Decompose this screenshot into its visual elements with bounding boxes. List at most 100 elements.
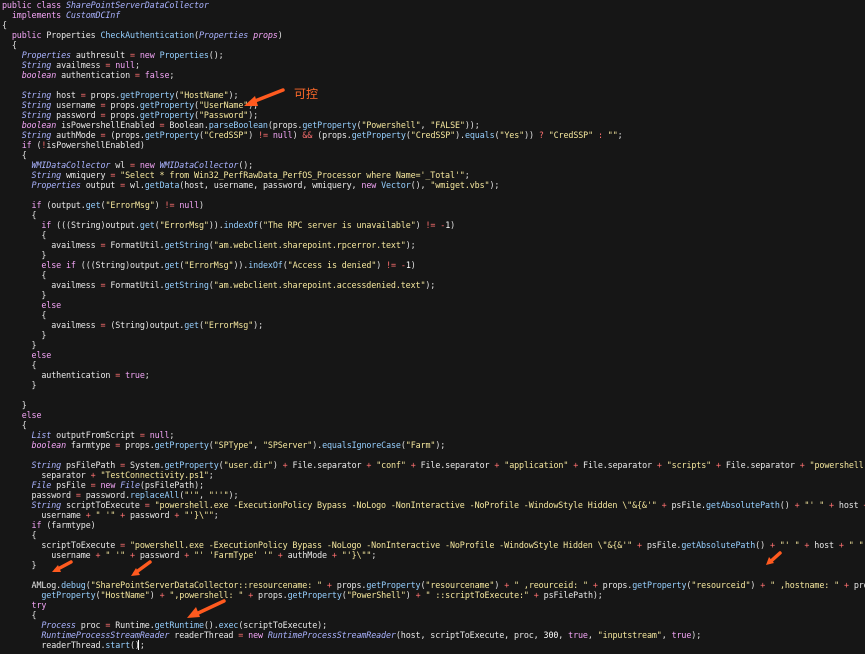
code-token: ). [312,440,323,450]
text-caret [138,640,139,650]
code-token: ); [405,240,416,250]
code-token: else [2,410,42,420]
code-token: { [2,420,27,430]
code-token: "wmiget.vbs" [430,180,490,190]
code-token: new [139,160,160,170]
code-token: output [85,180,121,190]
code-line: WMIDataCollector wl = new WMIDataCollect… [2,160,254,170]
code-token: availmess [56,60,106,70]
code-token: = [238,630,249,640]
code-token: File.separator [583,460,657,470]
code-token: "user.dir" [223,460,273,470]
code-token: new [139,50,160,60]
code-token: "' " [804,500,825,510]
arrow-username-concat [54,560,73,572]
code-token: getProperty [154,440,209,450]
code-token: ) [750,580,761,590]
code-token: + [760,580,771,590]
code-token: true [125,370,145,380]
code-line: public Properties CheckAuthentication(Pr… [2,30,283,40]
code-token: isPowershellEnabled [61,120,160,130]
code-token: props. [853,580,865,590]
code-editor[interactable]: public class SharePointServerDataCollect… [0,0,865,654]
code-line: if (output.get("ErrorMsg") != null) [2,200,205,210]
code-token: getProperty [632,580,687,590]
code-token: replaceAll [130,490,180,500]
code-token: props. [115,130,145,140]
code-token: new [248,630,268,640]
code-token: String [2,110,57,120]
code-token: availmess [2,240,101,250]
code-token: parseBoolean [208,120,268,130]
code-token: + [405,460,421,470]
code-token: ; [371,550,377,560]
code-token: + [799,540,815,550]
code-line: RuntimeProcessStreamReader readerThread … [2,630,701,640]
code-token: start [105,640,130,650]
code-token: CheckAuthentication [100,30,194,40]
code-line: { [2,530,37,540]
code-token: "Powershell" [361,120,421,130]
code-token: + [184,550,195,560]
arrow-scripttoexecute [192,599,226,617]
code-token: props. [258,590,288,600]
code-token: = [115,440,126,450]
code-token: CustomDCInf [66,10,121,20]
code-token: isPowershellEnabled [46,140,140,150]
code-line: public class SharePointServerDataCollect… [2,0,209,10]
code-token: "UserName" [198,100,249,110]
code-token: String [2,460,66,470]
code-token: "powershell.exe -ExecutionPolicy Bypass … [154,500,657,510]
code-line: else [2,410,42,420]
code-token: = [130,160,140,170]
code-token: && [302,130,318,140]
code-token: != [258,130,273,140]
code-line: { [2,270,46,280]
code-token: + [656,460,667,470]
code-token: "powershell" [809,460,865,470]
code-token: + [838,540,849,550]
code-token: + [839,580,854,590]
code-token: = [120,180,131,190]
code-token: getString [164,240,209,250]
code-token: " '" [105,550,126,560]
code-token: props [253,30,278,40]
code-token: = [139,430,150,440]
code-token: get [164,260,180,270]
code-line: getProperty("HostName") + ",powershell: … [2,590,602,600]
code-line: username + " '" + password + "' 'FarmTyp… [2,550,376,560]
code-line: String authMode = (props.getProperty("Cr… [2,130,623,140]
code-token: , [661,630,672,640]
code-token: + [632,540,647,550]
code-token: = [115,370,126,380]
code-token: ) [376,260,387,270]
code-token: host, scriptToExecute, proc, [400,630,544,640]
code-token: = [159,120,170,130]
code-token: getProperty [139,100,195,110]
code-token: props. [602,580,633,590]
code-line: else [2,300,61,310]
code-token: new [361,180,382,190]
code-token: ). [455,130,465,140]
code-token: authresult [75,50,130,60]
code-token: WMIDataCollector [159,160,239,170]
code-token: Properties [2,180,86,190]
code-token: "HostName" [100,590,150,600]
code-token: if [2,140,37,150]
code-token: get [184,320,199,330]
code-token: "Farm" [405,440,436,450]
code-token: + [824,500,839,510]
code-token: props. [336,580,367,590]
code-token: props. [90,90,121,100]
code-token: wmiquery [66,170,111,180]
code-token: + [656,500,672,510]
code-token: { [2,230,47,240]
code-token: String [2,100,57,110]
code-token: RuntimeProcessStreamReader [267,630,396,640]
code-token: null [179,200,200,210]
code-token: getProperty [164,460,219,470]
code-token: password [139,550,185,560]
code-line: String psFilePath = System.getProperty("… [2,460,865,470]
code-token: "TestConnectivity.ps1" [100,470,209,480]
code-token: ((( [80,260,96,270]
